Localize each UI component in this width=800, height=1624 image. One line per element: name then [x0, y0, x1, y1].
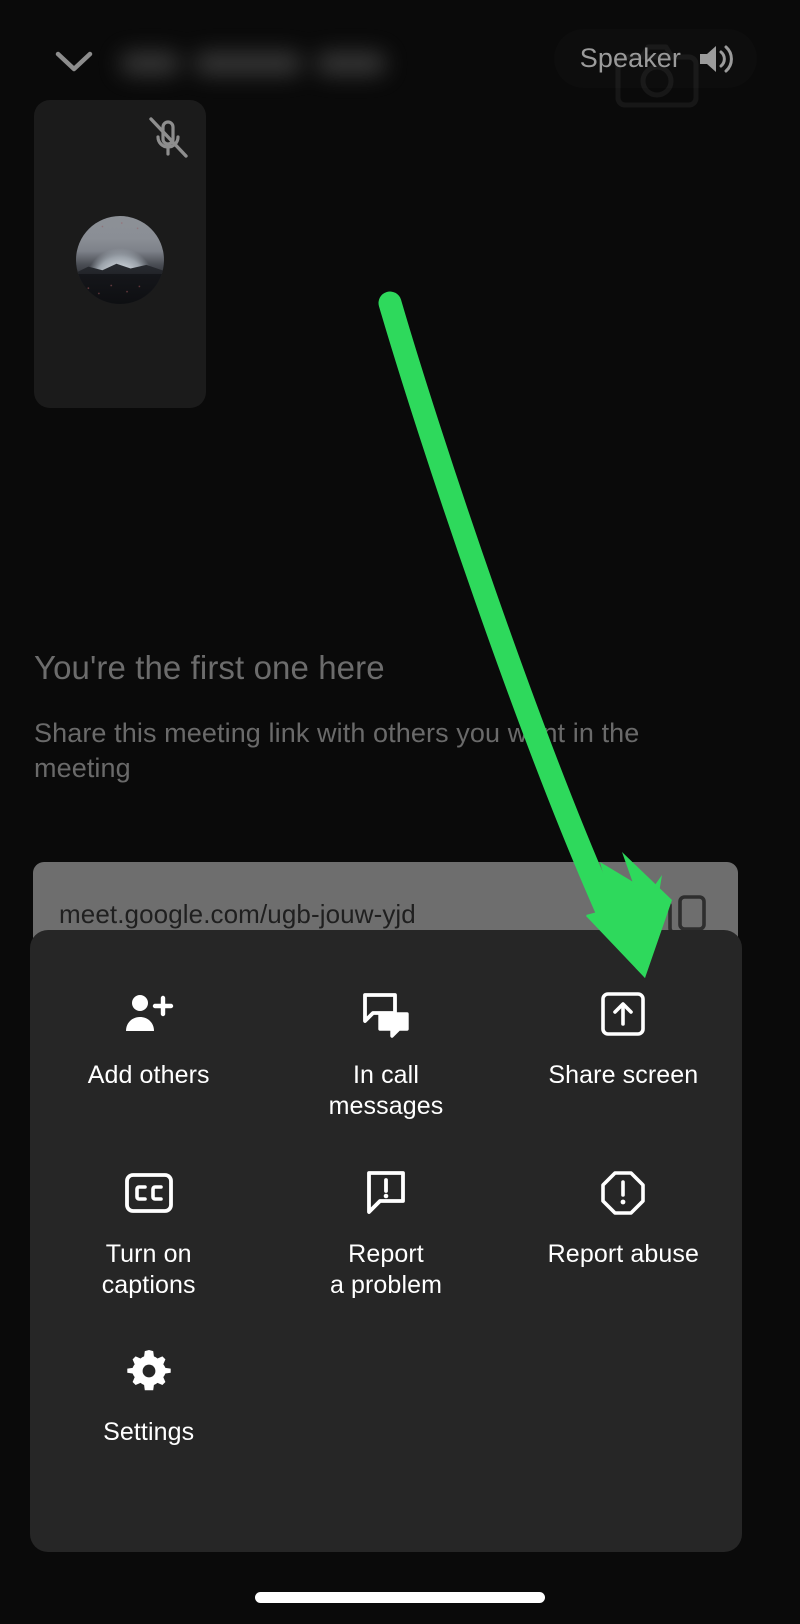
avatar — [76, 216, 164, 304]
options-grid: Add others In call messages Share screen — [30, 962, 742, 1466]
person-add-glyph — [123, 990, 175, 1038]
share-screen-icon — [599, 990, 647, 1038]
report-problem-icon — [363, 1169, 409, 1217]
top-bar: Speaker — [0, 0, 800, 108]
report-abuse-glyph — [599, 1169, 647, 1217]
meeting-title — [120, 44, 420, 82]
self-view-tile[interactable] — [34, 100, 206, 408]
chat-bubbles-icon — [360, 990, 412, 1038]
meeting-link-text: meet.google.com/ugb-jouw-yjd — [59, 899, 664, 930]
meeting-title-redacted-word — [120, 52, 180, 75]
menu-item-label: Share screen — [548, 1060, 698, 1091]
home-indicator — [255, 1592, 545, 1603]
options-bottom-sheet: Add others In call messages Share screen — [30, 930, 742, 1552]
audio-output-label: Speaker — [580, 45, 681, 72]
menu-item-report-a-problem[interactable]: Report a problem — [267, 1141, 504, 1320]
volume-up-icon — [697, 42, 735, 76]
gear-glyph — [125, 1347, 173, 1395]
menu-item-label: Settings — [103, 1417, 194, 1448]
chevron-down-glyph — [54, 49, 94, 75]
chat-bubbles-glyph — [360, 990, 412, 1038]
menu-item-label: Turn on captions — [102, 1239, 196, 1302]
menu-item-label: Add others — [88, 1060, 210, 1091]
closed-caption-icon — [124, 1169, 174, 1217]
menu-item-report-abuse[interactable]: Report abuse — [505, 1141, 742, 1320]
closed-caption-glyph — [124, 1172, 174, 1214]
audio-output-button[interactable]: Speaker — [554, 29, 757, 88]
menu-item-label: Report abuse — [548, 1239, 699, 1270]
menu-item-turn-on-captions[interactable]: Turn on captions — [30, 1141, 267, 1320]
menu-item-in-call-messages[interactable]: In call messages — [267, 962, 504, 1141]
avatar-blossoms — [76, 216, 164, 304]
menu-item-label: Report a problem — [330, 1239, 442, 1302]
mic-off-glyph — [140, 110, 196, 166]
menu-item-add-others[interactable]: Add others — [30, 962, 267, 1141]
page-subtitle: Share this meeting link with others you … — [34, 716, 674, 785]
menu-item-label: In call messages — [329, 1060, 444, 1123]
meeting-title-redacted-word — [194, 52, 302, 75]
share-screen-glyph — [599, 990, 647, 1038]
chevron-down-icon[interactable] — [48, 40, 100, 84]
report-abuse-icon — [599, 1169, 647, 1217]
report-problem-glyph — [363, 1169, 409, 1217]
page-title: You're the first one here — [34, 648, 694, 688]
person-add-icon — [123, 990, 175, 1038]
mic-off-icon — [140, 110, 196, 171]
menu-item-settings[interactable]: Settings — [30, 1319, 267, 1466]
gear-icon — [125, 1347, 173, 1395]
meeting-title-redacted-word — [316, 52, 386, 75]
menu-item-share-screen[interactable]: Share screen — [505, 962, 742, 1141]
